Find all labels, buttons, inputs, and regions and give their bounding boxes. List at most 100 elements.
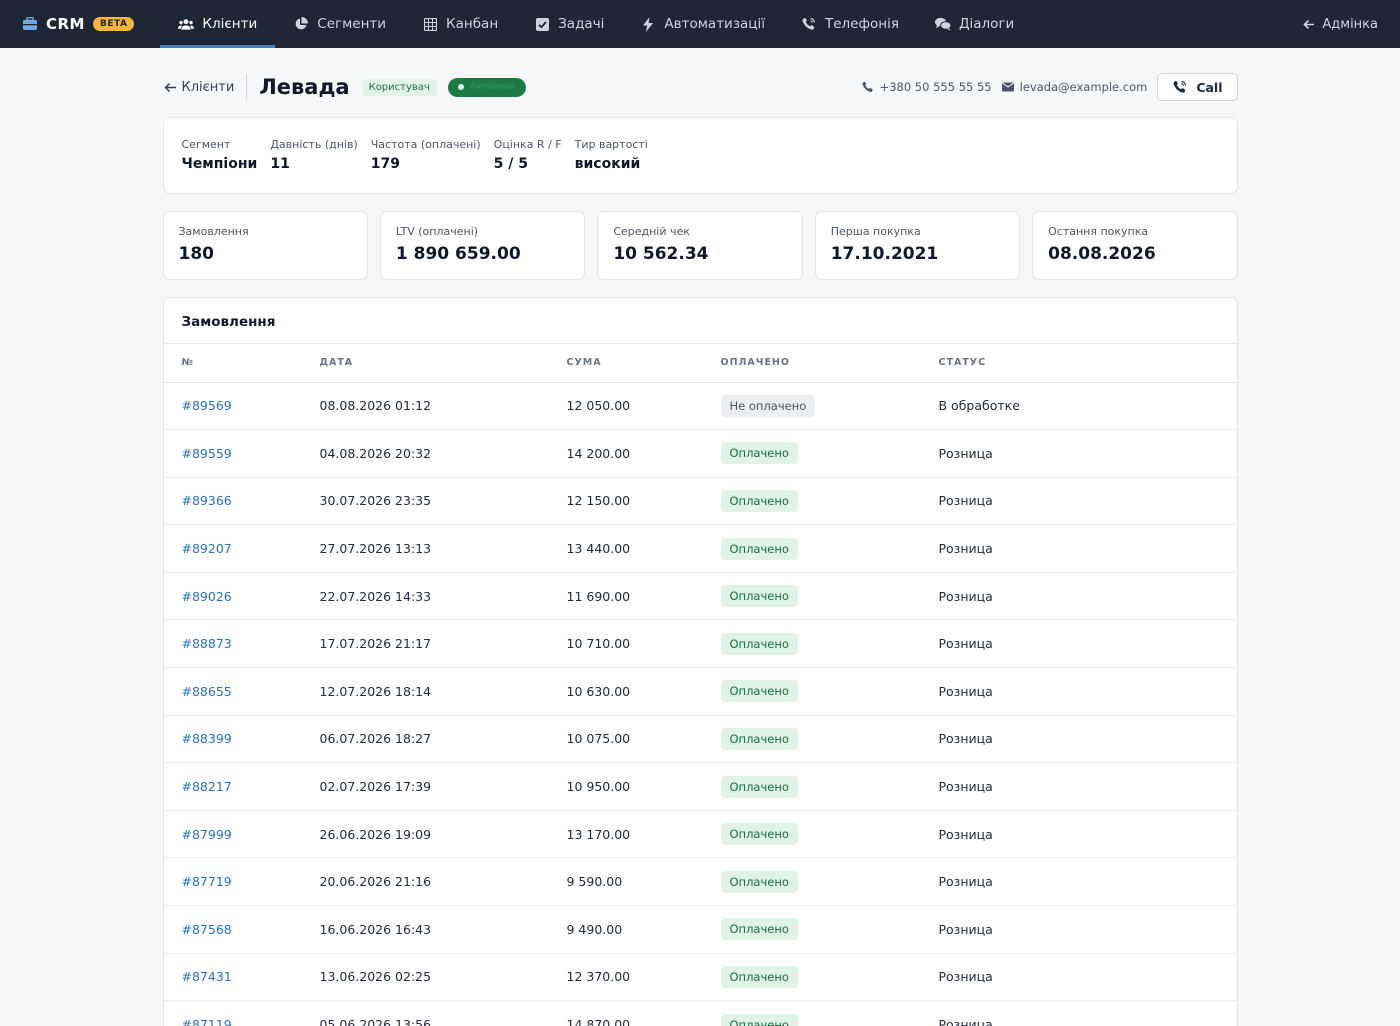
nav-item-label: Задачі bbox=[558, 16, 605, 32]
status-dot-icon bbox=[457, 84, 464, 90]
stat-orders: Замовлення 180 bbox=[162, 211, 368, 280]
order-date: 12.07.2026 18:14 bbox=[319, 667, 567, 716]
order-link[interactable]: #88873 bbox=[182, 636, 232, 651]
stat-value: 08.08.2026 bbox=[1048, 244, 1156, 264]
nav-item-tasks[interactable]: Задачі bbox=[516, 0, 622, 48]
order-sum: 9 590.00 bbox=[566, 857, 721, 907]
order-number-cell: #87119 bbox=[163, 1000, 320, 1026]
order-sum: 10 630.00 bbox=[566, 667, 721, 716]
recency-metric: Давність (днів) 11 bbox=[270, 138, 357, 173]
order-link[interactable]: #88217 bbox=[182, 779, 232, 794]
paid-badge: Оплачено bbox=[720, 870, 798, 893]
metric-value: 179 bbox=[370, 156, 400, 172]
stat-label: Остання покупка bbox=[1048, 225, 1149, 238]
nav-item-dialogs[interactable]: Діалоги bbox=[917, 0, 1032, 48]
nav-item-segments[interactable]: Сегменти bbox=[275, 0, 404, 48]
back-to-clients-link[interactable]: Клієнти bbox=[163, 74, 248, 100]
admin-link[interactable]: Адмінка bbox=[1301, 0, 1378, 48]
column-header-status[interactable]: СТАТУС bbox=[938, 344, 1237, 383]
order-date: 13.06.2026 02:25 bbox=[319, 953, 567, 1002]
value-tier-metric: Тир вартості високий bbox=[575, 138, 648, 173]
column-header-paid[interactable]: ОПЛАЧЕНО bbox=[720, 344, 939, 383]
order-date: 02.07.2026 17:39 bbox=[319, 762, 567, 811]
table-row[interactable]: #89559 04.08.2026 20:32 14 200.00 Оплачено Р… bbox=[163, 429, 1237, 478]
table-row[interactable]: #87431 13.06.2026 02:25 12 370.00 Оплачено Р… bbox=[163, 953, 1237, 1002]
order-status: Розница bbox=[938, 524, 1237, 573]
column-header-sum[interactable]: СУМА bbox=[566, 344, 721, 383]
order-link[interactable]: #87568 bbox=[182, 922, 232, 937]
order-link[interactable]: #87119 bbox=[182, 1017, 232, 1026]
nav-item-label: Канбан bbox=[446, 16, 499, 32]
order-number-cell: #88873 bbox=[163, 619, 320, 669]
order-paid-cell: Оплачено bbox=[720, 1000, 939, 1026]
envelope-icon bbox=[1000, 79, 1016, 95]
table-row[interactable]: #89207 27.07.2026 13:13 13 440.00 Оплачено Р… bbox=[163, 524, 1237, 573]
brand-name: CRM bbox=[46, 15, 85, 33]
phone-contact[interactable]: +380 50 555 55 55 bbox=[860, 79, 992, 95]
table-row[interactable]: #88655 12.07.2026 18:14 10 630.00 Оплачено Р… bbox=[163, 667, 1237, 716]
order-number-cell: #89569 bbox=[163, 382, 320, 431]
paid-badge: Оплачено bbox=[720, 775, 798, 798]
nav-item-label: Автоматизації bbox=[664, 16, 765, 32]
table-row[interactable]: #87999 26.06.2026 19:09 13 170.00 Оплачено Р… bbox=[163, 810, 1237, 859]
order-date: 22.07.2026 14:33 bbox=[319, 572, 567, 621]
order-number-cell: #87719 bbox=[163, 857, 320, 907]
order-link[interactable]: #89207 bbox=[182, 541, 232, 556]
order-link[interactable]: #89366 bbox=[182, 493, 232, 508]
order-date: 16.06.2026 16:43 bbox=[319, 905, 567, 954]
order-link[interactable]: #87431 bbox=[182, 969, 232, 984]
users-icon bbox=[178, 16, 195, 32]
order-sum: 12 370.00 bbox=[566, 953, 721, 1002]
paid-badge: Оплачено bbox=[720, 823, 798, 846]
table-row[interactable]: #88873 17.07.2026 21:17 10 710.00 Оплачено Р… bbox=[163, 619, 1237, 669]
paid-badge: Оплачено bbox=[720, 918, 798, 941]
grid-icon bbox=[422, 16, 438, 32]
rf-score-metric: Оцінка R / F 5 / 5 bbox=[494, 138, 562, 173]
order-status: В обработке bbox=[938, 382, 1237, 431]
table-row[interactable]: #88217 02.07.2026 17:39 10 950.00 Оплачено Р… bbox=[163, 762, 1237, 811]
order-link[interactable]: #88399 bbox=[182, 731, 232, 746]
nav-item-telephony[interactable]: Телефонія bbox=[783, 0, 917, 48]
order-link[interactable]: #88655 bbox=[182, 684, 232, 699]
order-sum: 13 170.00 bbox=[566, 810, 721, 859]
stats-row: Замовлення 180 LTV (оплачені) 1 890 659.… bbox=[162, 211, 1238, 280]
beta-badge: BETA bbox=[93, 17, 135, 31]
nav-item-kanban[interactable]: Канбан bbox=[404, 0, 516, 48]
order-date: 05.06.2026 13:56 bbox=[319, 1000, 567, 1026]
table-row[interactable]: #89026 22.07.2026 14:33 11 690.00 Оплачено Р… bbox=[163, 572, 1237, 621]
nav-item-clients[interactable]: Клієнти bbox=[160, 0, 276, 48]
table-header-row: № ДАТА СУМА ОПЛАЧЕНО СТАТУС bbox=[163, 344, 1237, 383]
nav-item-automations[interactable]: Автоматизації bbox=[622, 0, 783, 48]
order-link[interactable]: #87719 bbox=[182, 874, 232, 889]
order-number-cell: #88399 bbox=[163, 715, 320, 764]
order-paid-cell: Оплачено bbox=[720, 810, 939, 859]
order-link[interactable]: #89026 bbox=[182, 589, 232, 604]
call-button[interactable]: Call bbox=[1157, 73, 1238, 101]
table-row[interactable]: #87568 16.06.2026 16:43 9 490.00 Оплачено Ро… bbox=[163, 905, 1237, 954]
table-row[interactable]: #88399 06.07.2026 18:27 10 075.00 Оплачено Р… bbox=[163, 715, 1237, 764]
stat-last-purchase: Остання покупка 08.08.2026 bbox=[1032, 211, 1238, 280]
email-contact[interactable]: levada@example.com bbox=[1000, 79, 1147, 95]
paid-badge: Оплачено bbox=[720, 489, 798, 512]
segment-card: Сегмент Чемпіони Давність (днів) 11 Част… bbox=[162, 117, 1238, 194]
paid-badge: Оплачено bbox=[720, 537, 798, 560]
table-row[interactable]: #87719 20.06.2026 21:16 9 590.00 Оплачено Ро… bbox=[163, 857, 1237, 907]
order-link[interactable]: #89559 bbox=[182, 446, 232, 461]
column-header-number[interactable]: № bbox=[163, 344, 320, 383]
top-navbar: CRM BETA Клієнти Сегменти Канбан Задачі … bbox=[0, 0, 1400, 48]
order-date: 04.08.2026 20:32 bbox=[319, 429, 567, 478]
arrow-left-icon bbox=[163, 79, 179, 95]
order-date: 20.06.2026 21:16 bbox=[319, 857, 567, 907]
order-number-cell: #88217 bbox=[163, 762, 320, 811]
table-row[interactable]: #89366 30.07.2026 23:35 12 150.00 Оплачено Р… bbox=[163, 477, 1237, 526]
brand[interactable]: CRM BETA bbox=[22, 0, 135, 48]
order-link[interactable]: #87999 bbox=[182, 827, 232, 842]
order-paid-cell: Оплачено bbox=[720, 857, 939, 907]
segment-metric: Сегмент Чемпіони bbox=[182, 138, 258, 173]
order-link[interactable]: #89569 bbox=[182, 398, 232, 413]
order-status: Розница bbox=[938, 810, 1237, 859]
table-row[interactable]: #87119 05.06.2026 13:56 14 870.00 Оплачено Р… bbox=[163, 1000, 1237, 1026]
table-row[interactable]: #89569 08.08.2026 01:12 12 050.00 Не оплаче… bbox=[163, 382, 1237, 431]
column-header-date[interactable]: ДАТА bbox=[319, 344, 567, 383]
nav-item-label: Клієнти bbox=[202, 16, 258, 32]
